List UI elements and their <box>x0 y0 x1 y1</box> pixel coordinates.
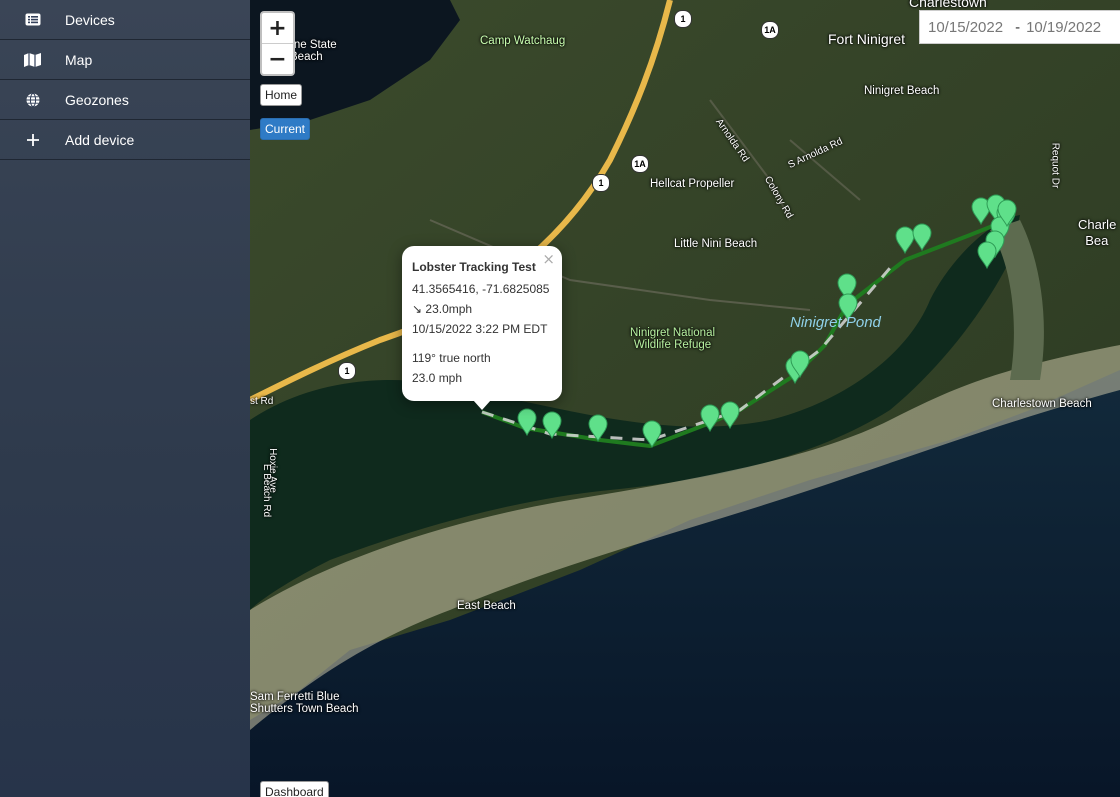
label-charle: Charle Bea <box>1078 217 1117 248</box>
date-to[interactable]: 10/19/2022 <box>1026 19 1101 36</box>
popup-title: Lobster Tracking Test <box>412 260 536 274</box>
satellite-basemap <box>250 0 1120 797</box>
label-state-beach: rne State Beach <box>290 39 337 63</box>
label-ninigret-beach: Ninigret Beach <box>864 85 940 97</box>
sidebar-item-label: Add device <box>65 131 135 148</box>
label-wildlife-refuge: Ninigret National Wildlife Refuge <box>630 327 716 351</box>
sidebar-item-add-device[interactable]: Add device <box>0 120 250 160</box>
popup-tip <box>473 400 491 410</box>
label-e-beach-rd: E Beach Rd <box>261 463 273 518</box>
sidebar-item-devices[interactable]: Devices <box>0 0 250 40</box>
label-camp-watchaug: Camp Watchaug <box>480 35 566 47</box>
close-icon[interactable]: × <box>542 250 555 268</box>
sidebar: Devices Map Geozones Add device <box>0 0 250 797</box>
popup-speed: 23.0 mph <box>412 371 463 385</box>
label-requot-dr: Requot Dr <box>1049 142 1061 189</box>
route-shield: 1 <box>592 174 610 192</box>
plus-icon <box>0 133 65 146</box>
popup-timestamp: 10/15/2022 3:22 PM EDT <box>412 322 548 336</box>
zoom-in-button[interactable]: + <box>262 13 293 43</box>
route-shield: 1A <box>761 21 779 39</box>
route-shield: 1 <box>674 10 692 28</box>
map-view[interactable]: Charlestown Fort Ninigret Ninigret Beach… <box>250 0 1120 797</box>
label-east-beach: East Beach <box>457 600 516 612</box>
popup-heading: 119° true north <box>412 351 491 365</box>
sidebar-item-label: Map <box>65 51 93 68</box>
route-shield: 1 <box>338 362 356 380</box>
list-icon <box>0 13 65 26</box>
date-from[interactable]: 10/15/2022 <box>928 19 1003 36</box>
globe-icon <box>0 92 65 107</box>
label-charlestown-beach: Charlestown Beach <box>992 398 1092 410</box>
sidebar-item-label: Geozones <box>65 91 129 108</box>
dashboard-button[interactable]: Dashboard <box>260 781 329 797</box>
current-button[interactable]: Current <box>260 118 311 140</box>
zoom-control: + − <box>260 11 295 76</box>
track-popup: × Lobster Tracking Test 41.3565416, -71.… <box>402 246 562 410</box>
date-separator: - <box>1015 18 1021 36</box>
popup-speed-line: ↘ 23.0mph <box>412 302 473 316</box>
map-icon <box>0 52 65 67</box>
label-charlestown: Charlestown <box>909 0 987 10</box>
route-shield: 1A <box>631 155 649 173</box>
sidebar-item-map[interactable]: Map <box>0 40 250 80</box>
label-hellcat: Hellcat Propeller <box>650 178 735 190</box>
popup-coords: 41.3565416, -71.6825085 <box>412 282 550 296</box>
label-little-nini: Little Nini Beach <box>674 238 758 250</box>
label-ninigret-pond: Ninigret Pond <box>790 314 881 331</box>
label-fort-ninigret: Fort Ninigret <box>828 31 906 47</box>
zoom-out-button[interactable]: − <box>262 43 293 74</box>
label-st-rd: st Rd <box>250 396 274 407</box>
sidebar-item-geozones[interactable]: Geozones <box>0 80 250 120</box>
home-button[interactable]: Home <box>260 84 303 106</box>
label-sam-ferretti: Sam Ferretti Blue Shutters Town Beach <box>250 691 359 715</box>
app-root: Devices Map Geozones Add device Charlest… <box>0 0 1120 797</box>
sidebar-item-label: Devices <box>65 11 115 28</box>
date-range-picker[interactable]: 10/15/2022 - 10/19/2022 <box>919 10 1120 44</box>
